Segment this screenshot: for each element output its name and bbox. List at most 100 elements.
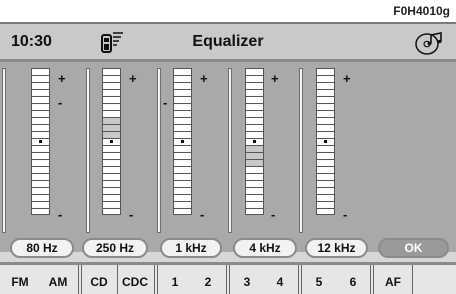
af-button[interactable]: AF	[376, 270, 410, 294]
slider-segment	[316, 194, 335, 201]
band-button-4khz[interactable]: 4 kHz	[233, 238, 297, 258]
slider-segment	[245, 180, 264, 187]
slider-segment	[316, 124, 335, 131]
slider-segment	[102, 138, 121, 145]
slider-segment	[316, 110, 335, 117]
slider-segment	[173, 201, 192, 208]
slider-segment	[173, 103, 192, 110]
slider-segment	[173, 89, 192, 96]
slider-segment	[31, 124, 50, 131]
source-divider	[373, 265, 374, 294]
source-cdc-button[interactable]: CDC	[119, 270, 151, 294]
display-screen: 10:30 Equalizer + + + + + - - - - - - - …	[0, 22, 456, 294]
band-slider-1khz[interactable]	[173, 68, 192, 215]
preset-4-button[interactable]: 4	[265, 270, 295, 294]
slider-segment	[173, 159, 192, 166]
minus-mark: -	[200, 207, 205, 222]
source-divider	[412, 265, 413, 294]
plus-mark: +	[58, 71, 66, 86]
slider-segment	[316, 201, 335, 208]
slider-segment	[316, 166, 335, 173]
slider-segment	[31, 173, 50, 180]
plus-mark: +	[129, 71, 137, 86]
slider-segment	[31, 68, 50, 75]
plus-mark: +	[343, 71, 351, 86]
preset-2-button[interactable]: 2	[193, 270, 223, 294]
source-divider	[78, 265, 79, 294]
band-slider-80hz[interactable]	[31, 68, 50, 215]
minus-mark: -	[58, 207, 63, 222]
source-divider	[117, 265, 118, 294]
band-separator	[157, 68, 161, 233]
band-slider-250hz[interactable]	[102, 68, 121, 215]
slider-segment	[173, 117, 192, 124]
ok-button[interactable]: OK	[378, 238, 449, 258]
slider-segment	[173, 194, 192, 201]
slider-segment	[173, 180, 192, 187]
slider-segment	[173, 166, 192, 173]
slider-segment	[173, 75, 192, 82]
equalizer-panel: + + + + + - - - - - - - 80 Hz 250 Hz 1 k…	[0, 62, 456, 258]
slider-segment	[31, 152, 50, 159]
slider-segment	[316, 152, 335, 159]
band-button-250hz[interactable]: 250 Hz	[82, 238, 148, 258]
slider-segment	[316, 208, 335, 215]
preset-5-button[interactable]: 5	[304, 270, 334, 294]
source-divider	[370, 265, 371, 294]
band-button-1khz[interactable]: 1 kHz	[160, 238, 222, 258]
band-separator	[299, 68, 303, 233]
source-divider	[301, 265, 302, 294]
band-button-80hz[interactable]: 80 Hz	[10, 238, 74, 258]
preset-1-button[interactable]: 1	[160, 270, 190, 294]
slider-segment	[31, 96, 50, 103]
slider-segment	[316, 82, 335, 89]
slider-segment	[173, 152, 192, 159]
slider-segment	[31, 138, 50, 145]
slider-segment	[102, 152, 121, 159]
source-am-button[interactable]: AM	[40, 270, 76, 294]
slider-segment	[173, 124, 192, 131]
source-divider	[226, 265, 227, 294]
slider-segment	[316, 96, 335, 103]
music-cd-icon	[414, 30, 444, 61]
source-fm-button[interactable]: FM	[2, 270, 38, 294]
slider-segment	[316, 145, 335, 152]
minus-mark: -	[271, 207, 276, 222]
plus-mark: +	[200, 71, 208, 86]
slider-segment	[102, 201, 121, 208]
slider-segment	[245, 103, 264, 110]
header-bar: 10:30 Equalizer	[0, 22, 456, 62]
slider-segment	[245, 138, 264, 145]
figure-code: F0H4010g	[393, 4, 450, 18]
slider-segment	[102, 131, 121, 138]
slider-segment	[316, 173, 335, 180]
slider-segment	[31, 82, 50, 89]
slider-segment	[316, 187, 335, 194]
slider-segment	[31, 110, 50, 117]
source-divider	[229, 265, 230, 294]
slider-segment	[31, 145, 50, 152]
slider-segment	[245, 159, 264, 166]
slider-segment	[102, 68, 121, 75]
slider-segment	[245, 96, 264, 103]
source-cd-button[interactable]: CD	[83, 270, 115, 294]
slider-segment	[316, 159, 335, 166]
slider-segment	[245, 117, 264, 124]
slider-segment	[102, 145, 121, 152]
preset-3-button[interactable]: 3	[232, 270, 262, 294]
slider-segment	[31, 180, 50, 187]
band-slider-12khz[interactable]	[316, 68, 335, 215]
source-divider	[298, 265, 299, 294]
slider-segment	[31, 75, 50, 82]
slider-segment	[102, 117, 121, 124]
slider-segment	[173, 96, 192, 103]
band-slider-4khz[interactable]	[245, 68, 264, 215]
slider-segment	[102, 110, 121, 117]
slider-segment	[316, 131, 335, 138]
slider-segment	[31, 159, 50, 166]
slider-segment	[31, 194, 50, 201]
band-button-12khz[interactable]: 12 kHz	[305, 238, 368, 258]
slider-segment	[173, 187, 192, 194]
slider-segment	[245, 208, 264, 215]
preset-6-button[interactable]: 6	[338, 270, 368, 294]
